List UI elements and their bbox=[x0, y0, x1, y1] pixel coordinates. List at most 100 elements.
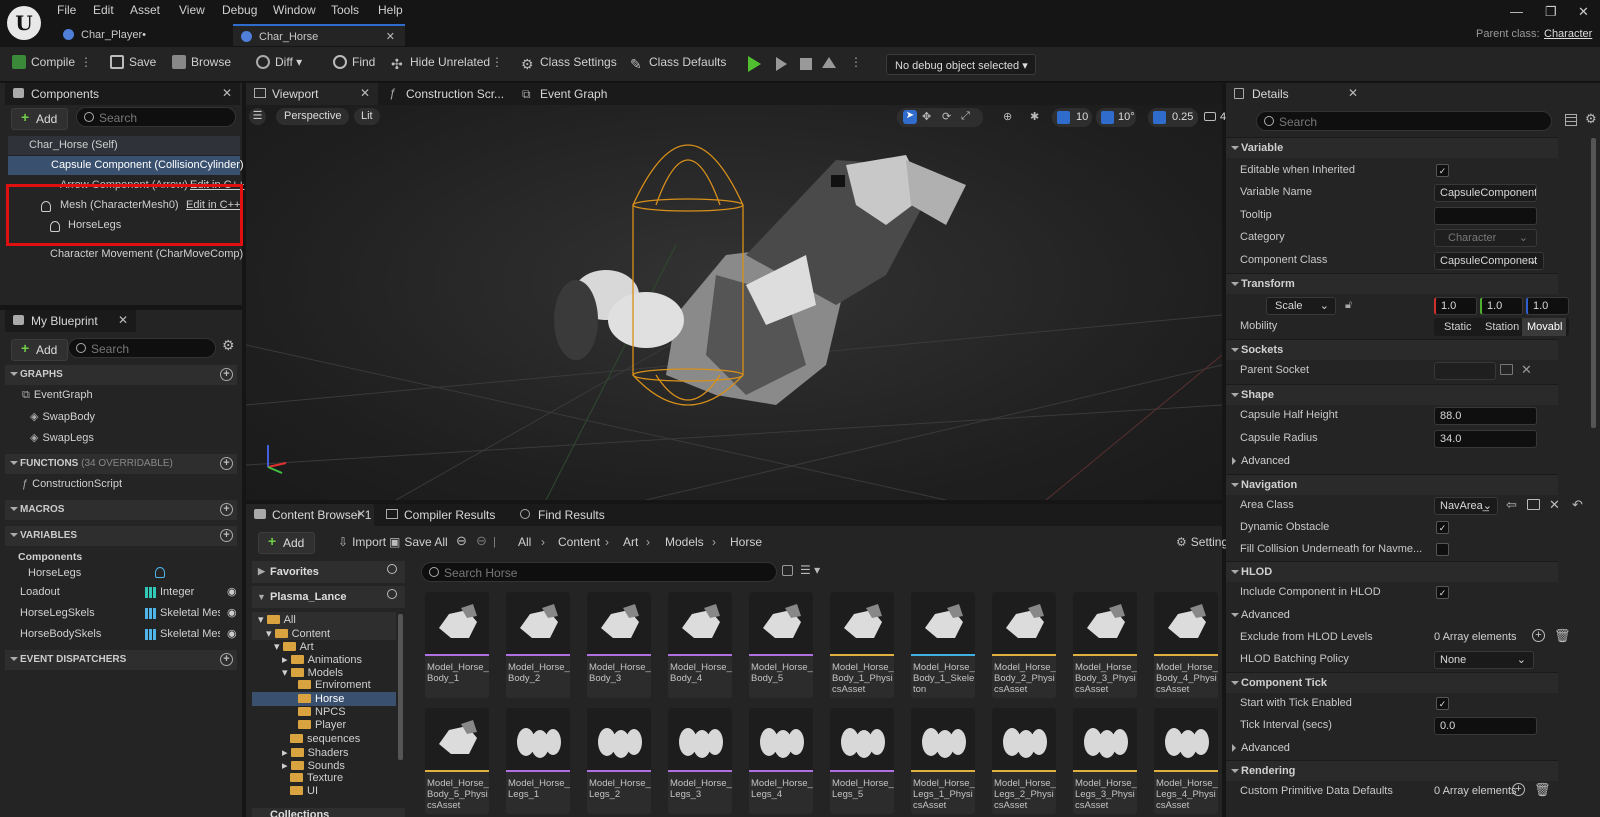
variable-loadout[interactable]: Loadout bbox=[20, 586, 60, 598]
tab-content-browser[interactable]: Content Browser 1 ✕ bbox=[246, 504, 374, 526]
start-tick-checkbox[interactable]: ✓ bbox=[1436, 697, 1449, 710]
graphs-section[interactable]: GRAPHS + bbox=[5, 365, 237, 385]
menu-debug[interactable]: Debug bbox=[222, 3, 257, 20]
rendering-section[interactable]: Rendering bbox=[1226, 760, 1558, 781]
scale-y-input[interactable]: 1.0 bbox=[1480, 297, 1523, 315]
area-class-select[interactable]: NavArea_ ⌄ bbox=[1434, 497, 1498, 515]
tab-find-results[interactable]: Find Results bbox=[512, 504, 612, 526]
eye-icon[interactable]: ◉ bbox=[227, 627, 237, 640]
asset-tile[interactable]: Model_Horse_Body_1 bbox=[425, 592, 489, 698]
tree-scrollbar[interactable] bbox=[398, 614, 403, 760]
minimize-icon[interactable]: — bbox=[1510, 4, 1523, 19]
asset-tile[interactable]: Model_Horse_Legs_3 bbox=[668, 708, 732, 814]
trash-icon[interactable]: 🗑︎ bbox=[1554, 628, 1571, 644]
swap-legs-item[interactable]: ◈ SwapLegs bbox=[30, 431, 94, 444]
world-local-icon[interactable]: ⊕ bbox=[1003, 110, 1012, 123]
debug-object-select[interactable]: No debug object selected ▾ bbox=[886, 54, 1036, 75]
fill-collision-checkbox[interactable] bbox=[1436, 543, 1449, 556]
close-icon[interactable]: ✕ bbox=[356, 507, 366, 521]
scale-z-input[interactable]: 1.0 bbox=[1526, 297, 1569, 315]
add-blueprint-item-button[interactable]: Add bbox=[11, 339, 69, 361]
tick-advanced[interactable]: Advanced bbox=[1226, 738, 1558, 759]
compile-options-icon[interactable]: ⋮ bbox=[80, 55, 92, 75]
scale-icon[interactable]: ⤢ bbox=[961, 110, 970, 123]
tab-compiler-results[interactable]: Compiler Results bbox=[378, 504, 504, 526]
tree-sounds[interactable]: ▸ Sounds bbox=[282, 759, 345, 772]
browse-icon[interactable] bbox=[1527, 499, 1540, 510]
tooltip-input[interactable] bbox=[1434, 207, 1537, 225]
add-dispatcher-icon[interactable]: + bbox=[220, 653, 233, 666]
clear-icon[interactable]: ✕ bbox=[1521, 362, 1532, 378]
save-all-button[interactable]: ▣ Save All bbox=[389, 535, 448, 549]
collections-section[interactable]: Collections bbox=[252, 808, 405, 817]
menu-tools[interactable]: Tools bbox=[331, 3, 359, 20]
asset-tile[interactable]: Model_Horse_Legs_4 bbox=[749, 708, 813, 814]
tick-interval-input[interactable]: 0.0 bbox=[1434, 717, 1537, 735]
breadcrumb-all[interactable]: All bbox=[518, 535, 531, 549]
navigation-section[interactable]: Navigation bbox=[1226, 474, 1558, 495]
asset-tile[interactable]: Model_Horse_Body_5 bbox=[749, 592, 813, 698]
variable-name-input[interactable]: CapsuleComponent bbox=[1434, 184, 1537, 202]
save-search-icon[interactable] bbox=[782, 565, 793, 576]
tree-content[interactable]: ▾ Content bbox=[266, 627, 330, 640]
mobility-static[interactable]: Static bbox=[1444, 321, 1472, 333]
forward-icon[interactable]: ⊖ bbox=[476, 533, 487, 549]
transform-section[interactable]: Transform bbox=[1226, 273, 1558, 294]
tree-art[interactable]: ▾ Art bbox=[274, 640, 314, 653]
sockets-section[interactable]: Sockets bbox=[1226, 339, 1558, 360]
play-options-icon[interactable]: ⋮ bbox=[850, 55, 862, 75]
asset-tile[interactable]: Model_Horse_Legs_2_PhysicsAsset bbox=[992, 708, 1056, 814]
macros-section[interactable]: MACROS + bbox=[5, 500, 237, 520]
asset-tile[interactable]: Model_Horse_Legs_5 bbox=[830, 708, 894, 814]
asset-tile[interactable]: Model_Horse_Body_5_PhysicsAsset bbox=[425, 708, 489, 814]
shape-section[interactable]: Shape bbox=[1226, 384, 1558, 405]
unreal-logo-icon[interactable]: U bbox=[7, 6, 41, 40]
perspective-button[interactable]: Perspective bbox=[276, 108, 350, 125]
asset-tile[interactable]: Model_Horse_Body_2_PhysicsAsset bbox=[992, 592, 1056, 698]
close-icon[interactable]: ✕ bbox=[222, 86, 232, 100]
add-element-icon[interactable]: + bbox=[1512, 783, 1525, 796]
rotation-snap-button[interactable]: 10° bbox=[1096, 108, 1136, 127]
lock-icon[interactable]: 🔓︎ bbox=[1345, 299, 1352, 312]
tab-viewport[interactable]: Viewport ✕ bbox=[246, 83, 378, 105]
tab-char-horse[interactable]: Char_Horse ✕ bbox=[233, 24, 405, 46]
close-icon[interactable]: ✕ bbox=[360, 86, 370, 100]
close-icon[interactable]: ✕ bbox=[1348, 86, 1358, 100]
event-dispatchers-section[interactable]: EVENT DISPATCHERS + bbox=[5, 650, 237, 670]
play-icon[interactable] bbox=[748, 56, 761, 72]
mobility-movable[interactable]: Movabl bbox=[1522, 318, 1567, 336]
add-variable-icon[interactable]: + bbox=[220, 529, 233, 542]
add-function-icon[interactable]: + bbox=[220, 457, 233, 470]
find-button[interactable]: Find bbox=[333, 55, 375, 75]
asset-tile[interactable]: Model_Horse_Body_3_PhysicsAsset bbox=[1073, 592, 1137, 698]
lit-button[interactable]: Lit bbox=[354, 108, 380, 125]
asset-tile[interactable]: Model_Horse_Body_1_PhysicsAsset bbox=[830, 592, 894, 698]
tab-char-player[interactable]: Char_Player• bbox=[55, 24, 231, 46]
variables-section[interactable]: VARIABLES + bbox=[5, 526, 237, 546]
eye-icon[interactable]: ◉ bbox=[227, 606, 237, 619]
scale-snap-button[interactable]: 0.25 bbox=[1148, 108, 1198, 127]
hlod-batching-select[interactable]: None ⌄ bbox=[1434, 651, 1534, 669]
save-button[interactable]: Save bbox=[110, 55, 156, 75]
tree-sequences[interactable]: sequences bbox=[290, 733, 360, 745]
maximize-icon[interactable]: ❐ bbox=[1545, 4, 1557, 20]
breadcrumb-art[interactable]: Art bbox=[623, 535, 638, 549]
trash-icon[interactable]: 🗑︎ bbox=[1534, 782, 1551, 798]
category-select[interactable]: Character ⌄ bbox=[1434, 229, 1537, 247]
add-graph-icon[interactable]: + bbox=[220, 368, 233, 381]
blueprint-search-input[interactable]: Search bbox=[68, 338, 216, 358]
tab-event-graph[interactable]: ⧉ Event Graph bbox=[514, 83, 624, 105]
asset-tile[interactable]: Model_Horse_Body_1_Skeleton bbox=[911, 592, 975, 698]
details-search-input[interactable]: Search bbox=[1256, 111, 1552, 131]
add-component-button[interactable]: Add bbox=[11, 108, 69, 130]
mobility-stationary[interactable]: Station bbox=[1485, 321, 1519, 333]
asset-tile[interactable]: Model_Horse_Body_2 bbox=[506, 592, 570, 698]
asset-tile[interactable]: Model_Horse_Body_4_PhysicsAsset bbox=[1154, 592, 1218, 698]
components-category[interactable]: Components bbox=[18, 551, 82, 563]
component-capsule[interactable]: Capsule Component (CollisionCylinder) bbox=[8, 156, 244, 175]
compile-button[interactable]: Compile bbox=[12, 55, 75, 75]
radius-input[interactable]: 34.0 bbox=[1434, 430, 1537, 448]
search-icon[interactable] bbox=[387, 589, 397, 599]
tree-player[interactable]: Player bbox=[298, 719, 346, 731]
tree-models[interactable]: ▾ Models bbox=[282, 666, 343, 679]
